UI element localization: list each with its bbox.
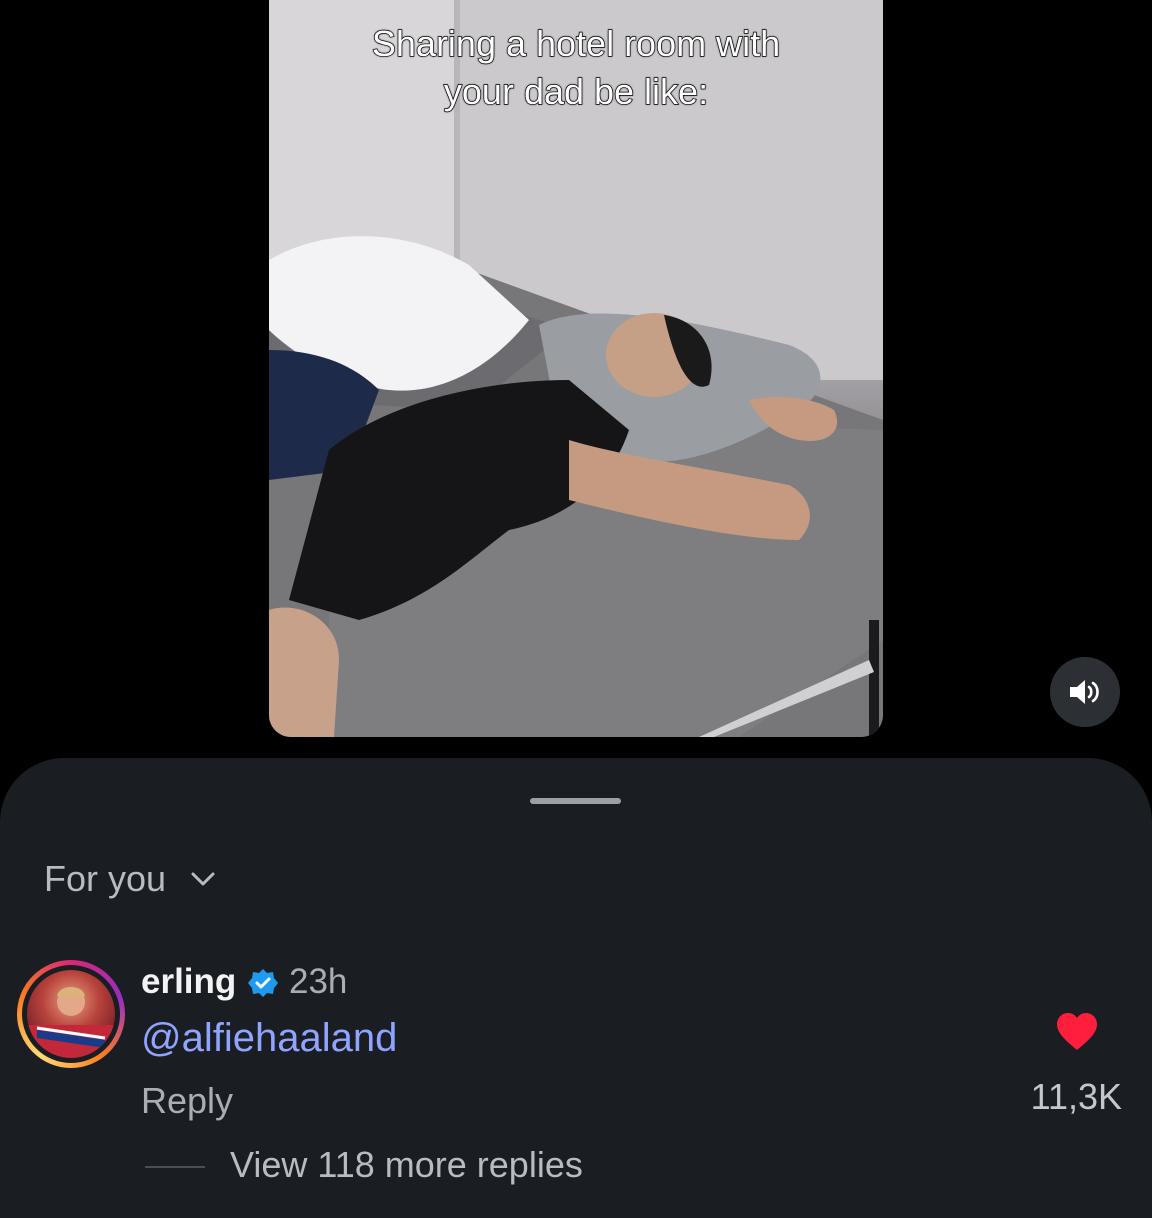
like-count: 11,3K bbox=[1030, 1076, 1122, 1117]
view-more-replies-button[interactable]: View 118 more replies bbox=[230, 1144, 583, 1186]
replies-divider bbox=[145, 1166, 205, 1168]
video-caption: Sharing a hotel room with your dad be li… bbox=[269, 20, 883, 116]
comment-mention-link[interactable]: @alfiehaaland bbox=[141, 1016, 397, 1061]
speaker-on-icon bbox=[1070, 680, 1099, 704]
avatar-image bbox=[27, 987, 115, 1058]
comment-filter-dropdown[interactable]: For you bbox=[44, 858, 218, 900]
caption-line-1: Sharing a hotel room with bbox=[371, 22, 781, 64]
reply-button[interactable]: Reply bbox=[141, 1080, 233, 1122]
chevron-down-icon bbox=[191, 872, 215, 886]
video-player[interactable]: Sharing a hotel room with your dad be li… bbox=[269, 0, 883, 737]
sound-toggle-button[interactable] bbox=[1050, 657, 1120, 727]
verified-badge-icon bbox=[248, 969, 278, 997]
filter-label: For you bbox=[44, 858, 167, 899]
comment-timestamp: 23h bbox=[289, 962, 348, 1001]
avatar-story-ring[interactable] bbox=[17, 960, 125, 1068]
caption-line-2: your dad be like: bbox=[443, 70, 709, 112]
comments-sheet: For you erling 23h @alfiehaaland Reply 1… bbox=[0, 758, 1152, 1218]
sheet-drag-handle[interactable] bbox=[530, 798, 621, 804]
heart-icon[interactable] bbox=[1055, 1012, 1099, 1052]
avatar[interactable] bbox=[27, 970, 115, 1058]
comment-username[interactable]: erling bbox=[141, 962, 236, 1002]
